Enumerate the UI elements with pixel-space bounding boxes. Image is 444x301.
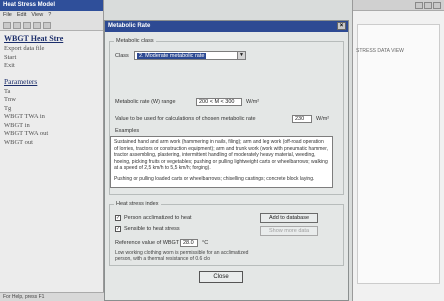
nav-item-start[interactable]: Start (4, 54, 99, 63)
param-ta[interactable]: Ta (4, 88, 99, 97)
reference-value-field: 28.0 (180, 239, 198, 247)
main-app-window: Heat Stress Model File Edit View ? WBGT … (0, 0, 104, 301)
acclimatized-checkbox[interactable]: ✓ Person acclimatized to heat (115, 215, 192, 221)
checkbox-icon[interactable]: ✓ (115, 226, 121, 232)
new-file-icon[interactable] (3, 22, 11, 29)
app-title-bar: Heat Stress Model (0, 0, 103, 11)
examples-textbox[interactable]: Sustained hand and arm work (hammering i… (110, 136, 333, 188)
dialog-close-icon[interactable]: × (337, 22, 346, 30)
close-button[interactable]: Close (199, 271, 243, 283)
window-controls (415, 2, 441, 9)
calc-unit: W/m² (316, 116, 330, 122)
secondary-window: STRESS DATA VIEW (352, 0, 444, 301)
param-tg[interactable]: Tg (4, 105, 99, 114)
menu-file[interactable]: File (3, 12, 12, 19)
secondary-caption: STRESS DATA VIEW (356, 48, 404, 54)
reference-label: Reference value of WBGT (115, 240, 180, 246)
class-selected-value: 2. Moderate metabolic rate (137, 53, 207, 59)
nav-item-export[interactable]: Export data file (4, 45, 99, 54)
secondary-content-area (357, 24, 440, 284)
add-to-database-button[interactable]: Add to database (260, 213, 318, 223)
chevron-down-icon[interactable]: ▼ (237, 52, 245, 59)
heat-stress-group-label: Heat stress index (114, 201, 161, 207)
acclimatized-label: Person acclimatized to heat (124, 215, 192, 221)
metabolic-class-group-label: Metabolic class (114, 38, 156, 44)
checkbox-icon[interactable]: ✓ (115, 215, 121, 221)
print-icon[interactable] (33, 22, 41, 29)
calc-label: Value to be used for calculations of cho… (115, 116, 256, 122)
help-icon[interactable] (43, 22, 51, 29)
range-field: 200 < M < 300 (196, 98, 242, 106)
open-folder-icon[interactable] (23, 22, 31, 29)
dialog-title-bar: Metabolic Rate × (105, 21, 348, 32)
heat-stress-group: Heat stress index ✓ Person acclimatized … (109, 201, 344, 266)
menu-edit[interactable]: Edit (17, 12, 26, 19)
minimize-icon[interactable] (415, 2, 423, 9)
parameters-heading[interactable]: Parameters (4, 77, 99, 86)
maximize-icon[interactable] (424, 2, 432, 9)
status-bar: For Help, press F1 (0, 292, 104, 301)
menu-bar: File Edit View ? (0, 11, 103, 20)
examples-text-2: Pushing or pulling loaded carts or wheel… (114, 175, 315, 182)
app-title: Heat Stress Model (3, 2, 56, 8)
param-wbgt-twa-in[interactable]: WBGT TWA in (4, 113, 99, 122)
save-icon[interactable] (13, 22, 21, 29)
show-more-button[interactable]: Show more data (260, 226, 318, 236)
menu-help[interactable]: ? (48, 12, 51, 19)
nav-item-exit[interactable]: Exit (4, 62, 99, 71)
param-wbgt-twa-out[interactable]: WBGT TWA out (4, 130, 99, 139)
reference-unit: °C (202, 240, 209, 246)
param-wbgt-out[interactable]: WBGT out (4, 139, 99, 148)
metabolic-rate-dialog: Metabolic Rate × Metabolic class Class 2… (104, 20, 349, 301)
menu-view[interactable]: View (31, 12, 43, 19)
navigation-panel: WBGT Heat Stre Export data file Start Ex… (0, 31, 103, 150)
calc-value-field[interactable]: 230 (292, 115, 312, 123)
dialog-title: Metabolic Rate (108, 23, 151, 29)
param-tnw[interactable]: Tnw (4, 96, 99, 105)
examples-label: Examples (115, 128, 140, 134)
range-unit: W/m² (246, 99, 260, 105)
panel-title[interactable]: WBGT Heat Stre (4, 34, 99, 43)
class-label: Class (115, 53, 129, 59)
param-wbgt-in[interactable]: WBGT in (4, 122, 99, 131)
sensible-checkbox[interactable]: ✓ Sensible to heat stress (115, 226, 180, 232)
class-select[interactable]: 2. Moderate metabolic rate ▼ (134, 51, 246, 60)
examples-text-1: Sustained hand and arm work (hammering i… (114, 139, 328, 171)
sensible-label: Sensible to heat stress (124, 226, 180, 232)
close-icon[interactable] (433, 2, 441, 9)
range-label: Metabolic rate (W) range (115, 99, 176, 105)
toolbar (0, 20, 103, 31)
clothing-note: Low working clothing worn is permissible… (115, 250, 249, 262)
